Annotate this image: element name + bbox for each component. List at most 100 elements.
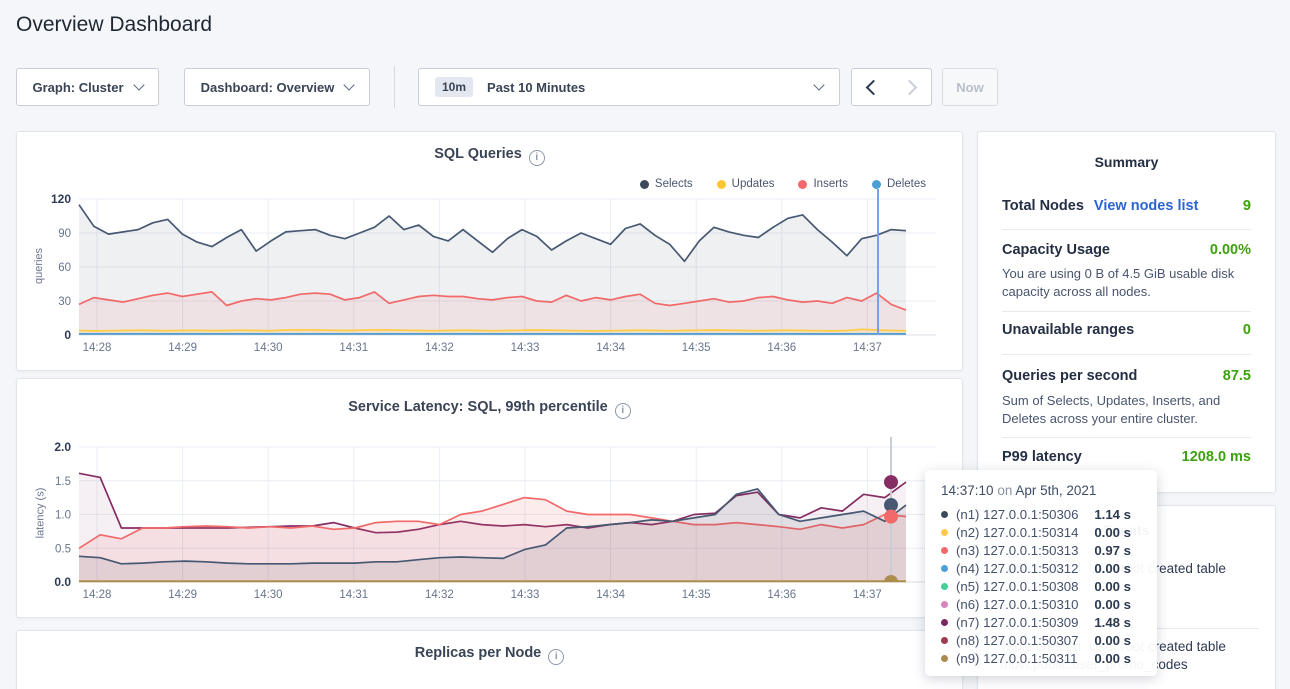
svg-text:30: 30 (58, 296, 71, 308)
chart-hover-tooltip: 14:37:10 on Apr 5th, 2021 (n1) 127.0.0.1… (925, 470, 1157, 676)
legend-item-updates[interactable]: Updates (717, 178, 775, 190)
service-latency-chart-title: Service Latency: SQL, 99th percentilei (17, 399, 962, 419)
time-range-dropdown[interactable]: 10m Past 10 Minutes (418, 68, 840, 106)
sql-queries-chart-card: SQL Queriesi Selects Updates Inserts Delete… (16, 131, 963, 371)
svg-text:90: 90 (58, 228, 71, 240)
replicas-per-node-chart-card: Replicas per Nodei (16, 630, 963, 689)
divider (1002, 354, 1251, 355)
svg-text:14:28: 14:28 (83, 589, 112, 601)
svg-text:14:28: 14:28 (83, 342, 112, 354)
summary-panel: Summary Total Nodes View nodes list 9 Ca… (977, 131, 1276, 493)
svg-text:14:36: 14:36 (767, 589, 796, 601)
svg-text:14:31: 14:31 (339, 342, 368, 354)
sql-queries-legend: Selects Updates Inserts Deletes (640, 178, 926, 190)
unavailable-ranges-value: 0 (1243, 322, 1251, 338)
total-nodes-value: 9 (1243, 198, 1251, 214)
svg-text:0: 0 (64, 328, 71, 342)
time-now-button[interactable]: Now (942, 68, 998, 106)
node-color-dot-icon (941, 547, 948, 554)
summary-row-capacity: Capacity Usage 0.00% (1002, 242, 1251, 258)
tooltip-node-rows: (n1) 127.0.0.1:503061.14 s(n2) 127.0.0.1… (941, 505, 1157, 667)
divider (1002, 311, 1251, 312)
tooltip-node-row: (n1) 127.0.0.1:503061.14 s (941, 505, 1157, 523)
divider (1002, 437, 1251, 438)
svg-text:14:32: 14:32 (425, 589, 454, 601)
divider (1002, 229, 1251, 230)
summary-row-p99-latency: P99 latency 1208.0 ms (1002, 449, 1251, 465)
tooltip-timestamp: 14:37:10 on Apr 5th, 2021 (941, 483, 1157, 498)
time-prev-button[interactable] (851, 68, 892, 106)
tooltip-node-row: (n7) 127.0.0.1:503091.48 s (941, 613, 1157, 631)
capacity-usage-value: 0.00% (1210, 242, 1251, 258)
legend-item-deletes[interactable]: Deletes (872, 178, 926, 190)
tooltip-node-row: (n5) 127.0.0.1:503080.00 s (941, 577, 1157, 595)
svg-text:14:30: 14:30 (254, 589, 283, 601)
info-icon[interactable]: i (615, 403, 631, 419)
chevron-down-icon (133, 79, 144, 90)
summary-row-unavailable-ranges: Unavailable ranges 0 (1002, 322, 1251, 338)
replicas-chart-title: Replicas per Nodei (17, 645, 962, 665)
svg-text:14:30: 14:30 (254, 342, 283, 354)
svg-text:14:35: 14:35 (682, 342, 711, 354)
node-color-dot-icon (941, 619, 948, 626)
info-icon[interactable]: i (529, 150, 545, 166)
svg-text:14:29: 14:29 (168, 589, 197, 601)
capacity-usage-subtext: You are using 0 B of 4.5 GiB usable disk… (1002, 265, 1255, 301)
svg-text:0.0: 0.0 (54, 575, 71, 589)
graph-dropdown[interactable]: Graph: Cluster (16, 68, 159, 106)
chevron-down-icon (813, 79, 824, 90)
node-color-dot-icon (941, 637, 948, 644)
time-next-button[interactable] (891, 68, 932, 106)
node-color-dot-icon (941, 529, 948, 536)
now-button-label: Now (956, 80, 983, 95)
sql-queries-chart-title: SQL Queriesi (17, 146, 962, 166)
qps-subtext: Sum of Selects, Updates, Inserts, and De… (1002, 392, 1255, 428)
node-color-dot-icon (941, 511, 948, 518)
qps-value: 87.5 (1223, 368, 1251, 384)
dashboard-dropdown[interactable]: Dashboard: Overview (184, 68, 370, 106)
svg-text:14:36: 14:36 (767, 342, 796, 354)
legend-dot-icon (798, 180, 807, 189)
svg-text:0.5: 0.5 (55, 543, 71, 555)
svg-text:14:37: 14:37 (853, 342, 882, 354)
tooltip-node-row: (n9) 127.0.0.1:503110.00 s (941, 649, 1157, 667)
svg-text:2.0: 2.0 (54, 440, 71, 454)
node-color-dot-icon (941, 565, 948, 572)
legend-item-selects[interactable]: Selects (640, 178, 693, 190)
svg-text:14:35: 14:35 (682, 589, 711, 601)
legend-dot-icon (872, 180, 881, 189)
chevron-right-icon (902, 79, 918, 95)
controls-divider (394, 66, 395, 108)
dashboard-dropdown-label: Dashboard: Overview (201, 80, 335, 95)
svg-text:14:32: 14:32 (425, 342, 454, 354)
sql-y-axis-label: queries (33, 248, 45, 284)
tooltip-node-row: (n8) 127.0.0.1:503070.00 s (941, 631, 1157, 649)
svg-text:14:37: 14:37 (853, 589, 882, 601)
service-latency-chart-card: Service Latency: SQL, 99th percentilei l… (16, 378, 963, 618)
time-range-label: Past 10 Minutes (487, 80, 585, 95)
graph-dropdown-label: Graph: Cluster (32, 80, 123, 95)
tooltip-node-row: (n3) 127.0.0.1:503130.97 s (941, 541, 1157, 559)
svg-text:14:34: 14:34 (596, 342, 625, 354)
overview-dashboard-page: Overview Dashboard Graph: Cluster Dashbo… (0, 0, 1290, 689)
summary-row-qps: Queries per second 87.5 (1002, 368, 1251, 384)
chevron-down-icon (344, 79, 355, 90)
legend-item-inserts[interactable]: Inserts (798, 178, 848, 190)
summary-title: Summary (978, 154, 1275, 170)
svg-text:60: 60 (58, 262, 71, 274)
svg-text:14:33: 14:33 (511, 589, 540, 601)
svg-text:14:29: 14:29 (168, 342, 197, 354)
node-color-dot-icon (941, 583, 948, 590)
svg-text:1.5: 1.5 (55, 476, 71, 488)
latency-y-axis-label: latency (s) (34, 488, 46, 539)
view-nodes-list-link[interactable]: View nodes list (1094, 198, 1199, 214)
info-icon[interactable]: i (548, 649, 564, 665)
legend-dot-icon (640, 180, 649, 189)
time-range-badge: 10m (435, 77, 473, 97)
tooltip-node-row: (n4) 127.0.0.1:503120.00 s (941, 559, 1157, 577)
svg-text:14:33: 14:33 (511, 342, 540, 354)
sql-queries-plot[interactable]: 030609012014:2814:2914:3014:3114:3214:33… (17, 132, 960, 368)
page-title: Overview Dashboard (16, 13, 212, 37)
chevron-left-icon (865, 79, 881, 95)
tooltip-node-row: (n2) 127.0.0.1:503140.00 s (941, 523, 1157, 541)
